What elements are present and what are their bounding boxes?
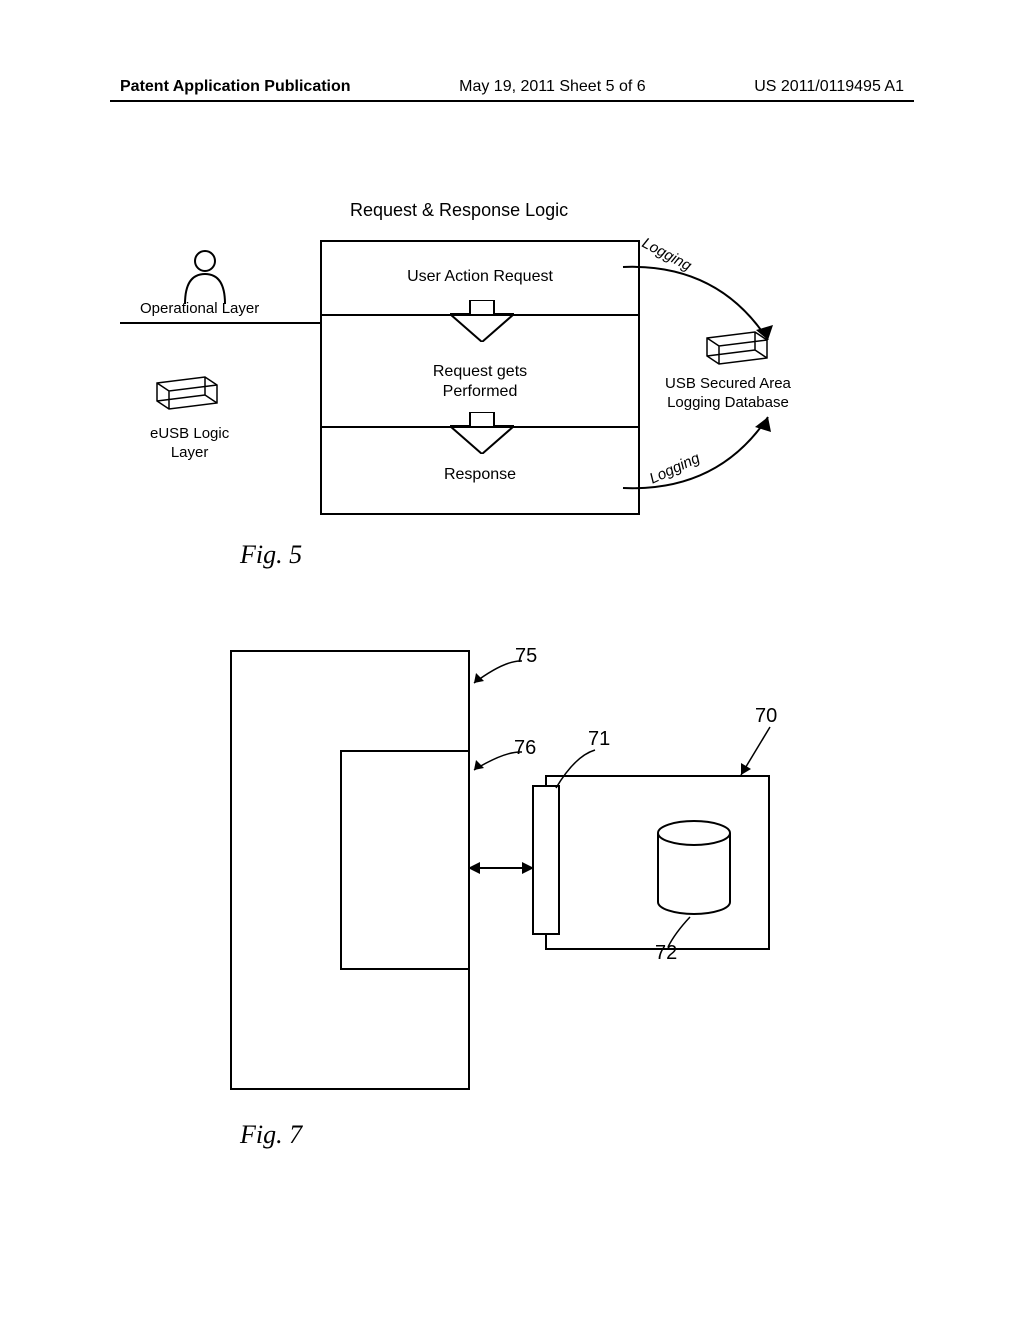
arrow-down-icon	[450, 412, 514, 454]
usb-icon	[145, 375, 220, 415]
fig7-inner-box	[340, 750, 470, 970]
curved-arrow-icon	[618, 380, 788, 500]
fig7-connector-box	[532, 785, 560, 935]
eusb-layer-label: eUSB Logic Layer	[150, 425, 229, 463]
person-icon	[180, 250, 230, 305]
lead-line	[470, 655, 525, 690]
fig5-request-performed: Request gets Performed	[322, 362, 638, 402]
figure-7: 75 76 70 71 72 Fig. 7	[210, 620, 860, 1120]
lead-line	[735, 725, 780, 785]
double-arrow-icon	[468, 861, 534, 875]
fig5-response: Response	[322, 466, 638, 484]
lead-line	[470, 748, 525, 778]
database-icon	[655, 820, 733, 915]
fig5-title: Request & Response Logic	[350, 200, 568, 221]
figure-5: Request & Response Logic Operational Lay…	[140, 200, 890, 580]
fig5-flow-box: User Action Request Request gets Perform…	[320, 240, 640, 515]
lead-line	[660, 915, 695, 955]
usb-icon	[695, 330, 770, 370]
header-rule	[110, 100, 914, 102]
figure-7-caption: Fig. 7	[240, 1120, 302, 1150]
header-left: Patent Application Publication	[120, 78, 351, 96]
page-header: Patent Application Publication May 19, 2…	[0, 78, 1024, 96]
fig5-divider	[322, 426, 638, 428]
figure-5-caption: Fig. 5	[240, 540, 302, 570]
arrow-down-icon	[450, 300, 514, 342]
fig5-user-action: User Action Request	[322, 268, 638, 286]
operational-layer-rule	[120, 322, 320, 324]
fig5-divider	[322, 314, 638, 316]
lead-line	[550, 748, 600, 798]
operational-layer-label: Operational Layer	[140, 300, 259, 317]
header-right: US 2011/0119495 A1	[754, 78, 904, 96]
header-mid: May 19, 2011 Sheet 5 of 6	[459, 78, 646, 96]
